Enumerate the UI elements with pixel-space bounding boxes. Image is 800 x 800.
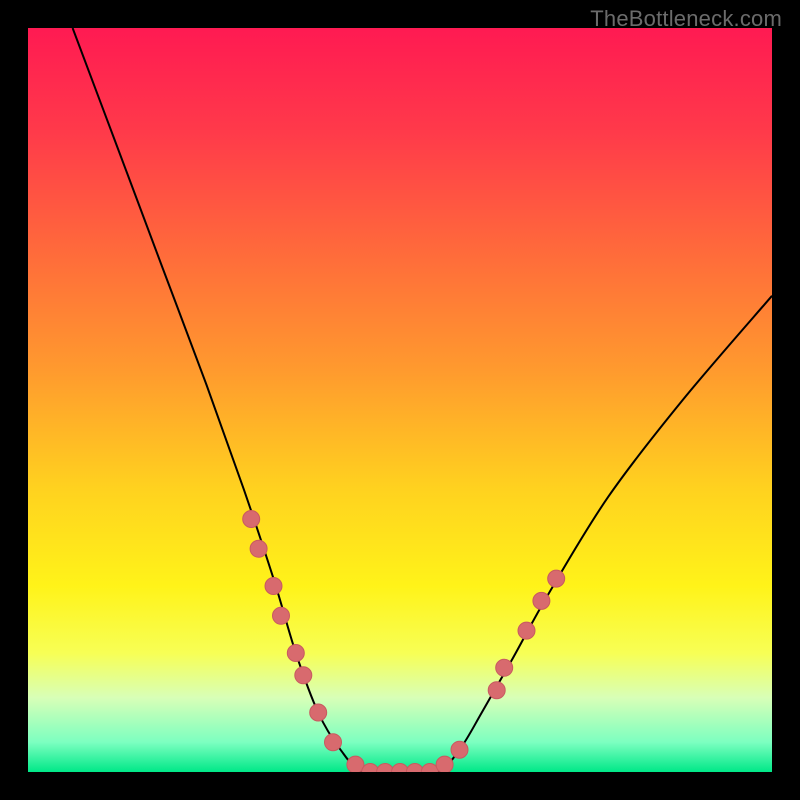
gradient-background (28, 28, 772, 772)
curve-marker (325, 734, 342, 751)
curve-marker (287, 645, 304, 662)
curve-marker (451, 741, 468, 758)
curve-marker (518, 622, 535, 639)
curve-marker (243, 511, 260, 528)
watermark-text: TheBottleneck.com (590, 6, 782, 32)
curve-marker (488, 682, 505, 699)
curve-marker (533, 592, 550, 609)
curve-marker (310, 704, 327, 721)
curve-marker (436, 756, 453, 772)
curve-marker (347, 756, 364, 772)
curve-marker (265, 578, 282, 595)
bottleneck-chart (28, 28, 772, 772)
chart-frame: TheBottleneck.com (0, 0, 800, 800)
curve-marker (548, 570, 565, 587)
curve-marker (295, 667, 312, 684)
curve-marker (496, 659, 513, 676)
curve-marker (273, 607, 290, 624)
curve-marker (250, 540, 267, 557)
plot-area (28, 28, 772, 772)
